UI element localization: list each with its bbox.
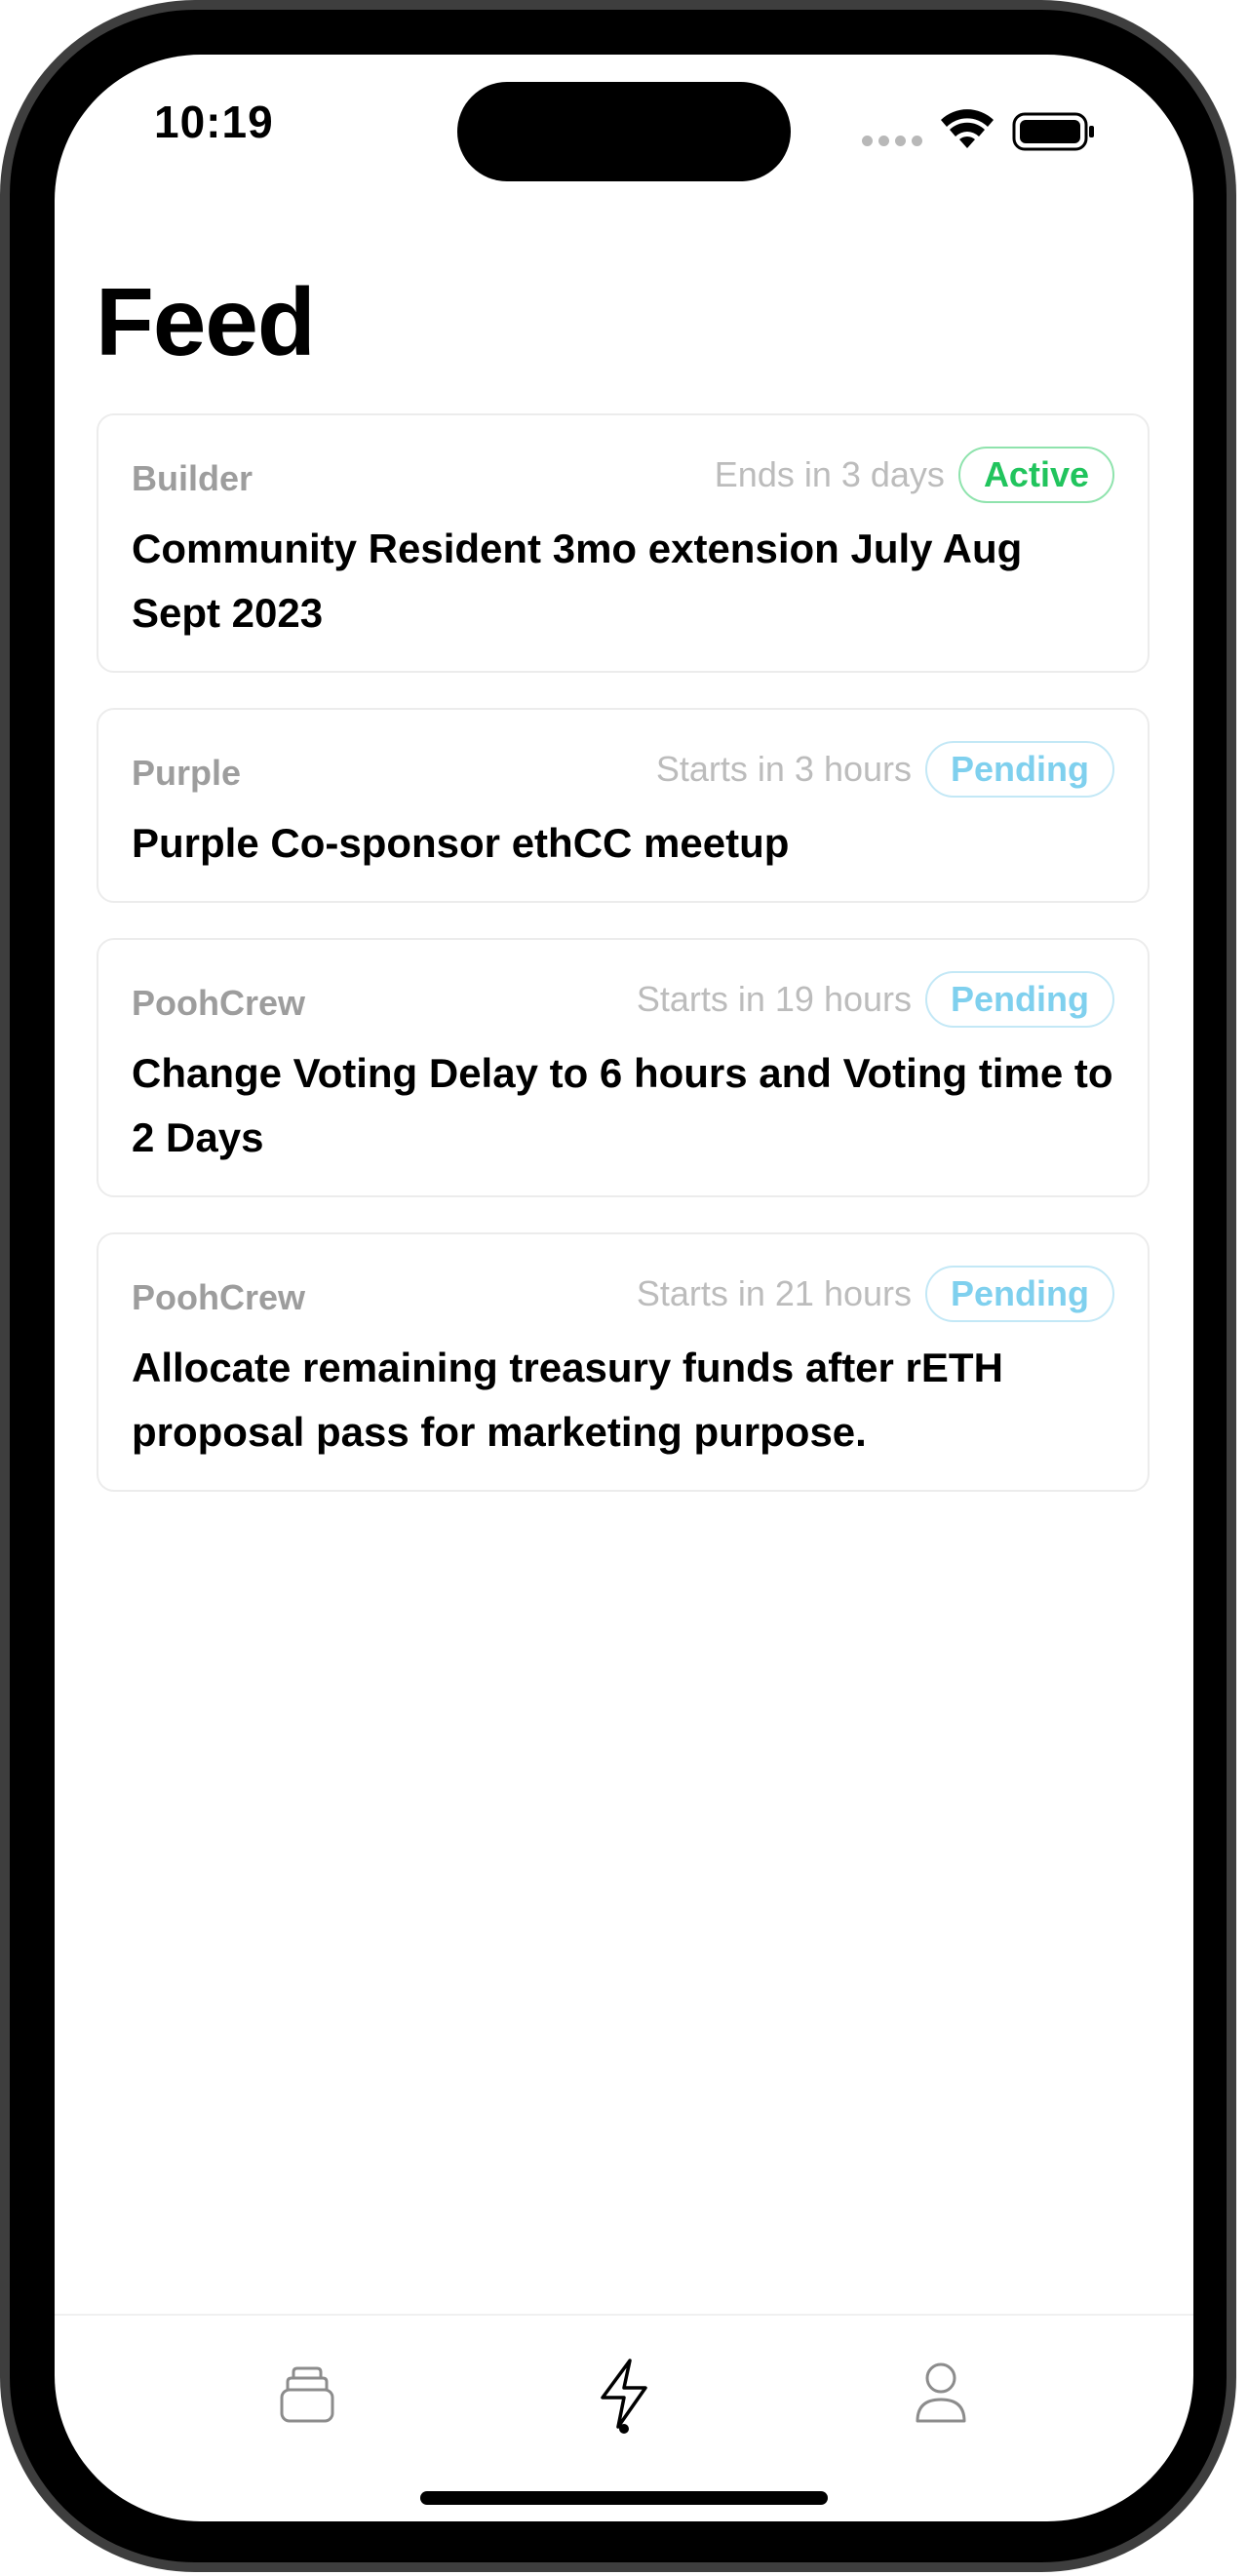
status-badge: Active (957, 447, 1114, 503)
battery-icon (1012, 112, 1094, 151)
proposal-timing: Starts in 21 hours (636, 1273, 912, 1313)
proposal-title: Purple Co-sponsor ethCC meetup (132, 820, 790, 866)
proposal-space: Purple (132, 753, 242, 793)
proposal-title: Allocate remaining treasury funds after … (132, 1345, 1003, 1455)
proposal-timing: Starts in 3 hours (655, 749, 912, 789)
status-badge: Pending (925, 741, 1114, 798)
dynamic-island (457, 82, 791, 181)
proposal-title: Community Resident 3mo extension July Au… (132, 526, 1023, 636)
status-badge: Pending (925, 971, 1114, 1028)
phone-device: 10:19 Feed Builder Ends in 3 days Active… (0, 0, 1248, 2576)
lightning-icon (601, 2359, 647, 2429)
home-indicator[interactable] (420, 2491, 828, 2505)
page-title: Feed (96, 268, 316, 375)
proposal-card[interactable]: PoohCrew Starts in 19 hours Pending Chan… (97, 938, 1150, 1197)
proposal-meta: Ends in 3 days Active (715, 447, 1114, 503)
proposal-timing: Starts in 19 hours (636, 979, 912, 1019)
proposal-title: Change Voting Delay to 6 hours and Votin… (132, 1050, 1113, 1160)
tab-spaces[interactable] (268, 2355, 346, 2433)
status-time: 10:19 (154, 97, 274, 147)
proposal-card[interactable]: PoohCrew Starts in 21 hours Pending Allo… (97, 1232, 1150, 1492)
status-badge: Pending (925, 1266, 1114, 1322)
proposal-meta: Starts in 3 hours Pending (656, 741, 1114, 798)
tab-profile[interactable] (902, 2355, 980, 2433)
stack-icon (280, 2366, 334, 2423)
proposal-card[interactable]: Purple Starts in 3 hours Pending Purple … (97, 708, 1150, 903)
person-icon (916, 2362, 966, 2423)
wifi-icon (941, 109, 994, 148)
proposal-card[interactable]: Builder Ends in 3 days Active Community … (97, 413, 1150, 673)
proposal-space: Builder (132, 458, 254, 498)
tab-bar-divider (55, 2314, 1193, 2316)
cellular-signal-icon (862, 136, 922, 147)
selected-tab-indicator (619, 2424, 629, 2434)
tab-feed[interactable] (585, 2355, 663, 2433)
proposal-meta: Starts in 21 hours Pending (637, 1266, 1114, 1322)
proposal-timing: Ends in 3 days (714, 454, 945, 494)
proposal-meta: Starts in 19 hours Pending (637, 971, 1114, 1028)
proposal-space: PoohCrew (132, 1277, 306, 1317)
proposal-space: PoohCrew (132, 983, 306, 1023)
